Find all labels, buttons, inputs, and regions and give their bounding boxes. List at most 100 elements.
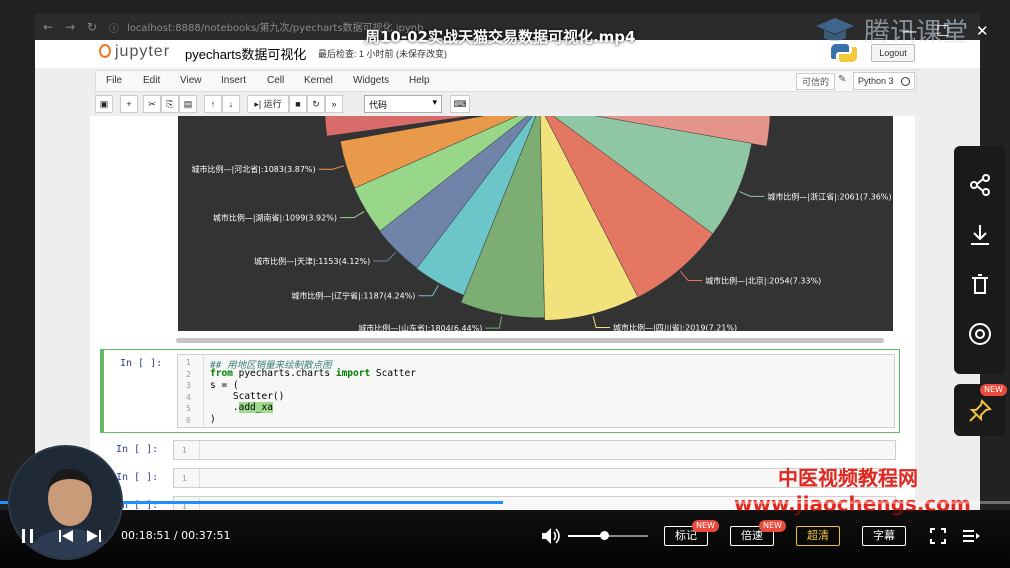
delete-icon[interactable] <box>967 271 993 297</box>
line-gutter <box>174 469 200 487</box>
pie-label: 城市比例—|湖南省|:1099(3.92%) <box>213 213 337 223</box>
paste-icon[interactable]: ▤ <box>179 95 197 113</box>
line-number: 1 <box>186 358 191 367</box>
stop-icon[interactable]: ■ <box>289 95 307 113</box>
download-icon[interactable] <box>967 222 993 248</box>
quality-button[interactable]: 超清 <box>796 526 840 546</box>
share-icon[interactable] <box>967 172 993 198</box>
menu-file[interactable]: File <box>106 75 122 86</box>
menu-insert[interactable]: Insert <box>221 75 246 86</box>
video-title: 周10-02实战天猫交易数据可视化.mp4 <box>365 28 636 46</box>
pie-label-line <box>418 285 439 297</box>
pin-icon[interactable] <box>967 398 993 424</box>
line-number: 4 <box>186 393 191 402</box>
line-gutter <box>178 355 204 427</box>
previous-icon[interactable] <box>58 528 74 544</box>
cell-prompt: In [ ]: <box>116 472 159 483</box>
line-number: 1 <box>182 474 187 483</box>
pie-label: 城市比例—|山东省|:1804(6.44%) <box>358 323 482 331</box>
line-number: 6 <box>186 416 191 425</box>
target-icon[interactable] <box>967 321 993 347</box>
line-gutter <box>174 441 200 459</box>
output-horizontal-scrollbar[interactable] <box>176 338 884 343</box>
edit-mode-pencil-icon: ✎ <box>838 74 847 85</box>
forward-icon[interactable]: → <box>65 20 75 34</box>
maximize-icon[interactable]: ☐ <box>936 22 949 40</box>
jupyter-page: jupyter pyecharts数据可视化 最后检查: 1 小时前 (未保存改… <box>35 40 980 510</box>
trusted-indicator[interactable]: 可信的 <box>796 73 836 90</box>
menu-widgets[interactable]: Widgets <box>353 75 389 86</box>
insert-cell-icon[interactable]: + <box>120 95 138 113</box>
notebook-toolbar: ▣ + ✂ ⎘ ▤ ↑ ↓ ▸| 运行 ■ ↻ » 代码 ▾ ⌨ <box>95 95 917 115</box>
copy-icon[interactable]: ⎘ <box>161 95 179 113</box>
pie-label: 城市比例—|天津|:1153(4.12%) <box>254 256 370 266</box>
line-number: 2 <box>186 370 191 379</box>
site-name-watermark: 中医视频教程网 <box>778 466 918 490</box>
line-number: 3 <box>186 381 191 390</box>
code-editor[interactable]: 1 <box>173 440 896 460</box>
checkpoint-status: 最后检查: 1 小时前 (未保存改变) <box>318 49 448 59</box>
volume-slider[interactable] <box>568 531 648 540</box>
cut-icon[interactable]: ✂ <box>143 95 161 113</box>
pin-panel: NEW <box>954 384 1007 436</box>
cell-prompt: In [ ]: <box>116 444 159 455</box>
code-line: Scatter() <box>210 391 285 402</box>
menu-kernel[interactable]: Kernel <box>304 75 333 86</box>
cell-prompt: In [ ]: <box>120 358 163 369</box>
new-badge: NEW <box>759 520 786 532</box>
code-line: .add_xa <box>210 402 273 413</box>
keyboard-icon[interactable]: ⌨ <box>450 95 470 113</box>
menu-cell[interactable]: Cell <box>267 75 284 86</box>
move-down-icon[interactable]: ↓ <box>222 95 240 113</box>
pie-chart-output: 城市比例—|河北省|:1083(3.87%) 城市比例—|湖南省|:1099(3.… <box>178 116 893 331</box>
save-icon[interactable]: ▣ <box>95 95 113 113</box>
line-number: 1 <box>182 446 187 455</box>
notebook-title[interactable]: pyecharts数据可视化 <box>185 44 306 63</box>
kernel-idle-icon <box>901 77 910 86</box>
minimize-icon[interactable]: — <box>902 22 917 40</box>
back-icon[interactable]: ← <box>43 20 53 34</box>
menu-help[interactable]: Help <box>409 75 430 86</box>
pie-label: 城市比例—|浙江省|:2061(7.36%) <box>767 191 891 201</box>
tencent-classroom-logo-icon <box>816 18 854 41</box>
run-button[interactable]: ▸| 运行 <box>247 95 289 113</box>
volume-knob[interactable] <box>600 531 609 540</box>
pie-label-line <box>739 191 765 197</box>
cell-type-select[interactable]: 代码 ▾ <box>364 95 442 113</box>
subtitle-button[interactable]: 字幕 <box>862 526 906 546</box>
playlist-icon[interactable] <box>962 528 980 544</box>
jupyter-logo[interactable]: jupyter <box>99 43 170 61</box>
pie-label: 城市比例—|辽宁省|:1187(4.24%) <box>291 291 415 301</box>
move-up-icon[interactable]: ↑ <box>204 95 222 113</box>
code-cell-selected[interactable]: In [ ]: 1 2 3 4 5 6 ## 用地区销量来绘制散点图 from … <box>100 349 900 433</box>
code-line: s = ( <box>210 380 239 391</box>
info-icon[interactable]: ⓘ <box>109 20 119 35</box>
close-icon[interactable]: ✕ <box>976 22 989 40</box>
menu-edit[interactable]: Edit <box>143 75 160 86</box>
menu-view[interactable]: View <box>180 75 202 86</box>
playback-time: 00:18:51 / 00:37:51 <box>121 529 231 542</box>
fast-forward-icon[interactable]: » <box>325 95 343 113</box>
fullscreen-icon[interactable] <box>930 528 946 544</box>
pie-label: 城市比例—|北京|:2054(7.33%) <box>705 275 821 285</box>
pie-chart: 城市比例—|河北省|:1083(3.87%) 城市比例—|湖南省|:1099(3.… <box>192 116 892 331</box>
next-icon[interactable] <box>86 528 102 544</box>
pie-label-line <box>592 315 611 328</box>
code-line: from pyecharts.charts import Scatter <box>210 368 416 379</box>
pie-label: 城市比例—|河北省|:1083(3.87%) <box>192 164 316 174</box>
code-cell-empty[interactable]: In [ ]: 1 <box>100 440 900 462</box>
video-player: { "video": { "title": "周10-02实战天猫交易数据可视化… <box>0 0 1010 568</box>
pause-icon[interactable] <box>20 528 36 544</box>
restart-icon[interactable]: ↻ <box>307 95 325 113</box>
volume-fill <box>568 535 604 537</box>
code-line: ) <box>210 414 216 425</box>
chevron-down-icon: ▾ <box>432 97 437 107</box>
code-editor[interactable]: 1 2 3 4 5 6 ## 用地区销量来绘制散点图 from pyechart… <box>177 354 895 428</box>
notebook-area: 城市比例—|河北省|:1083(3.87%) 城市比例—|湖南省|:1099(3.… <box>90 116 915 510</box>
progress-bar[interactable] <box>0 501 1010 504</box>
side-action-panel <box>954 146 1006 374</box>
kernel-indicator: Python 3 <box>853 72 915 90</box>
volume-icon[interactable] <box>541 527 561 545</box>
new-badge: NEW <box>980 384 1007 396</box>
reload-icon[interactable]: ↻ <box>87 20 97 34</box>
